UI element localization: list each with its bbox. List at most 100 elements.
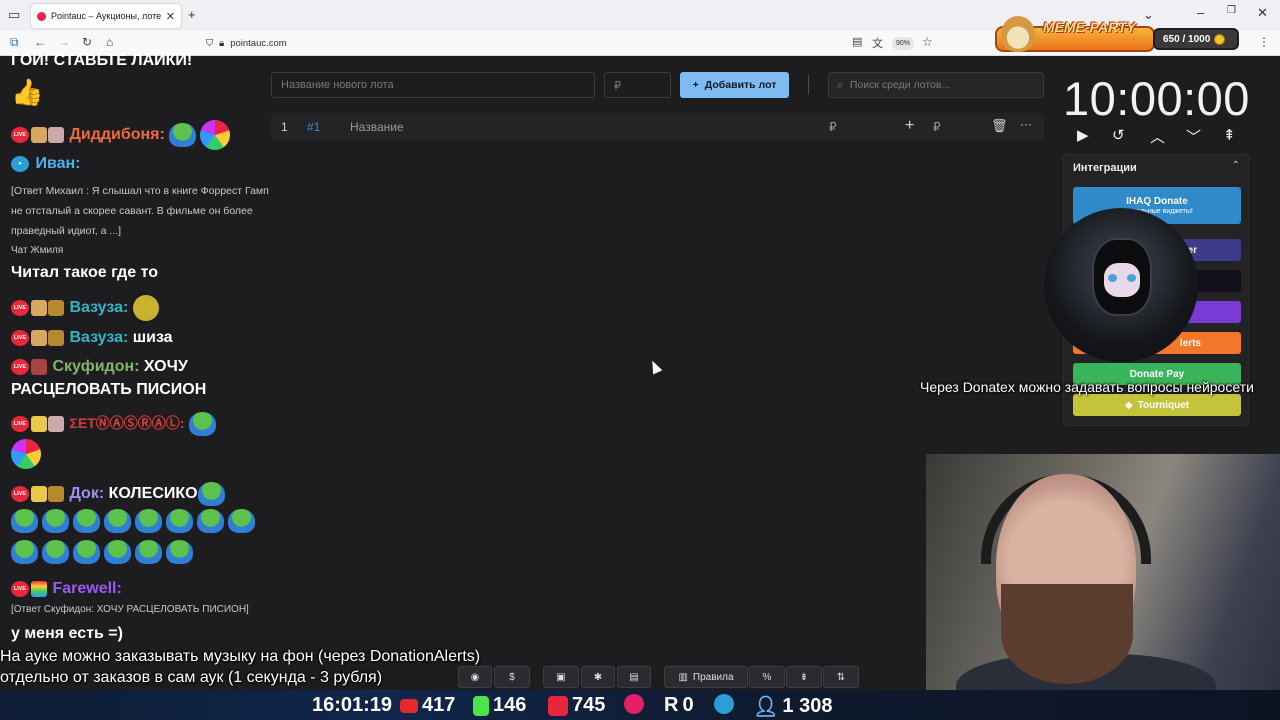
coin-icon [1214, 33, 1226, 45]
zoom-badge[interactable]: 90% [892, 37, 914, 50]
chat-text: Читал такое где то [11, 264, 159, 281]
live-badge-icon: LIVE [11, 486, 29, 502]
home-icon[interactable]: ⌂ [106, 35, 113, 49]
lot-name-input[interactable]: Название [350, 120, 404, 134]
bookmark-star-icon[interactable]: ☆ [922, 35, 933, 49]
stream-time: 16:01:19 [312, 694, 393, 716]
meme-counter-text: 650 / 1000 [1163, 33, 1211, 45]
site-favicon-icon [37, 11, 46, 21]
disc-emote [11, 439, 41, 469]
cup-badge-icon [31, 416, 47, 432]
chat-username: Диддибоня: [69, 126, 165, 144]
shield-icon[interactable]: ⛉ [206, 38, 213, 49]
chat-message: LIVE Скуфидон: ХОЧУ [11, 358, 188, 376]
reload-icon[interactable]: ↻ [82, 35, 92, 49]
tab-list-icon[interactable]: ▭ [8, 7, 20, 23]
clear-button[interactable]: ▤ [617, 666, 651, 688]
integration-5-label: lerts [1179, 337, 1201, 349]
live-badge-icon: LIVE [11, 329, 29, 346]
chat-message: LIVE Диддибоня: [11, 120, 231, 150]
search-placeholder: Поиск среди лотов... [849, 79, 951, 91]
chat-message: ➤ Иван: [11, 155, 80, 173]
timer-double-up-icon[interactable]: ⇞ [1223, 126, 1236, 144]
github-button[interactable]: ◉ [458, 666, 492, 688]
timer-up-icon[interactable]: ︿ [1150, 126, 1165, 147]
music-notice-line2: отдельно от заказов в сам аук (1 секунда… [0, 669, 383, 686]
lot-search-input[interactable]: ⌕ Поиск среди лотов... [828, 72, 1044, 98]
split-button[interactable]: ⇟ [786, 666, 822, 688]
delete-icon[interactable]: 🗑︎ [991, 118, 1008, 134]
chat-username: Вазуза: [69, 329, 129, 346]
play-icon[interactable]: ▶ [1077, 126, 1089, 144]
pepe-emote [188, 412, 216, 436]
lot-row: 1 #1 Название ₽ + ₽ 🗑︎ ··· [271, 113, 1044, 141]
clear-icon: ▤ [629, 671, 639, 683]
pepe-emote [166, 540, 193, 564]
reset-icon[interactable]: ↺ [1112, 126, 1125, 144]
sort-button[interactable]: ⇅ [823, 666, 859, 688]
minimize-icon[interactable]: – [1197, 5, 1204, 20]
save-button[interactable]: ▣ [543, 666, 579, 688]
back-icon[interactable]: ← [34, 35, 46, 49]
forward-icon[interactable]: → [58, 35, 70, 49]
lot-add-icon[interactable]: + [905, 117, 914, 135]
beer-badge-icon [31, 329, 47, 346]
url-text: pointauc.com [230, 38, 287, 49]
maximize-icon[interactable]: ❐ [1227, 5, 1236, 16]
lock-icon[interactable]: 🔒︎ [219, 38, 224, 49]
timer-down-icon[interactable]: ﹀ [1186, 126, 1201, 147]
tourniquet-button[interactable]: ◆ Tourniquet [1073, 394, 1241, 416]
live-badge-icon: LIVE [11, 416, 29, 432]
chat-username: Farewell: [52, 580, 122, 597]
vtuber-avatar [1044, 208, 1198, 362]
stream-stats-bar: 16:01:19 417 146 745 R0 👤︎ 1 308 [0, 690, 1280, 720]
bug-button[interactable]: ✱ [581, 666, 615, 688]
chat-text: КОЛЕСИКО [108, 485, 198, 503]
percent-button[interactable]: % [749, 666, 785, 688]
translate-icon[interactable]: 文 [872, 35, 883, 51]
pepe-emote [73, 540, 100, 564]
github-icon: ◉ [470, 671, 480, 683]
pepe-emote [104, 540, 131, 564]
pepe-emote [135, 509, 162, 533]
add-lot-button[interactable]: + Добавить лот [680, 72, 789, 98]
new-tab-icon[interactable]: + [188, 7, 196, 22]
pepe-emote [73, 509, 100, 533]
more-icon[interactable]: ··· [1020, 117, 1032, 131]
collapse-icon[interactable]: ⌃ [1232, 160, 1240, 171]
new-lot-input[interactable]: Название нового лота [271, 72, 595, 98]
meme-party-counter: 650 / 1000 [1153, 28, 1239, 50]
reader-view-icon[interactable]: ▤ [852, 35, 862, 48]
rutube-viewers [624, 694, 644, 714]
chat-username: Вазуза: [69, 299, 129, 317]
ihaq-label: IHAQ Donate [1126, 196, 1188, 207]
save-icon: ▣ [556, 671, 566, 683]
avatar-eye-left [1108, 274, 1117, 282]
donate-button[interactable]: $ [494, 666, 530, 688]
bug-icon: ✱ [593, 671, 603, 683]
badge-icon [48, 416, 64, 432]
sort-icon: ⇅ [836, 671, 846, 683]
sidebar-toggle-icon[interactable]: ⧉ [10, 35, 19, 50]
rutube-r-icon: R [664, 694, 679, 716]
window-close-icon[interactable]: ✕ [1257, 5, 1268, 21]
lot-amount-input[interactable]: ₽ [604, 72, 671, 98]
tab-close-icon[interactable]: ✕ [166, 10, 175, 23]
youtube-viewers: 417 [400, 694, 455, 717]
dollar-icon: $ [509, 671, 515, 683]
lot-amount[interactable]: ₽ [829, 120, 837, 134]
menu-icon[interactable]: ⋮ [1258, 35, 1270, 49]
rainbow-badge-icon [31, 580, 47, 597]
tab-overflow-icon[interactable]: ⌄ [1143, 7, 1154, 23]
avatar-eye-right [1127, 274, 1136, 282]
rules-button[interactable]: ▥ Правила [664, 666, 748, 688]
browser-tab[interactable]: Pointauc – Аукционы, лотереи ✕ [31, 4, 181, 28]
kick-viewers: 146 [473, 694, 526, 717]
search-icon: ⌕ [837, 78, 843, 91]
lot-add-amount[interactable]: ₽ [933, 120, 941, 134]
rules-label: Правила [692, 671, 734, 683]
address-bar[interactable]: ⛉ 🔒︎ pointauc.com [198, 33, 943, 54]
total-viewers: 👤︎ 1 308 [753, 694, 832, 719]
chat-username: Док: [69, 485, 105, 503]
badge-icon [48, 329, 64, 346]
